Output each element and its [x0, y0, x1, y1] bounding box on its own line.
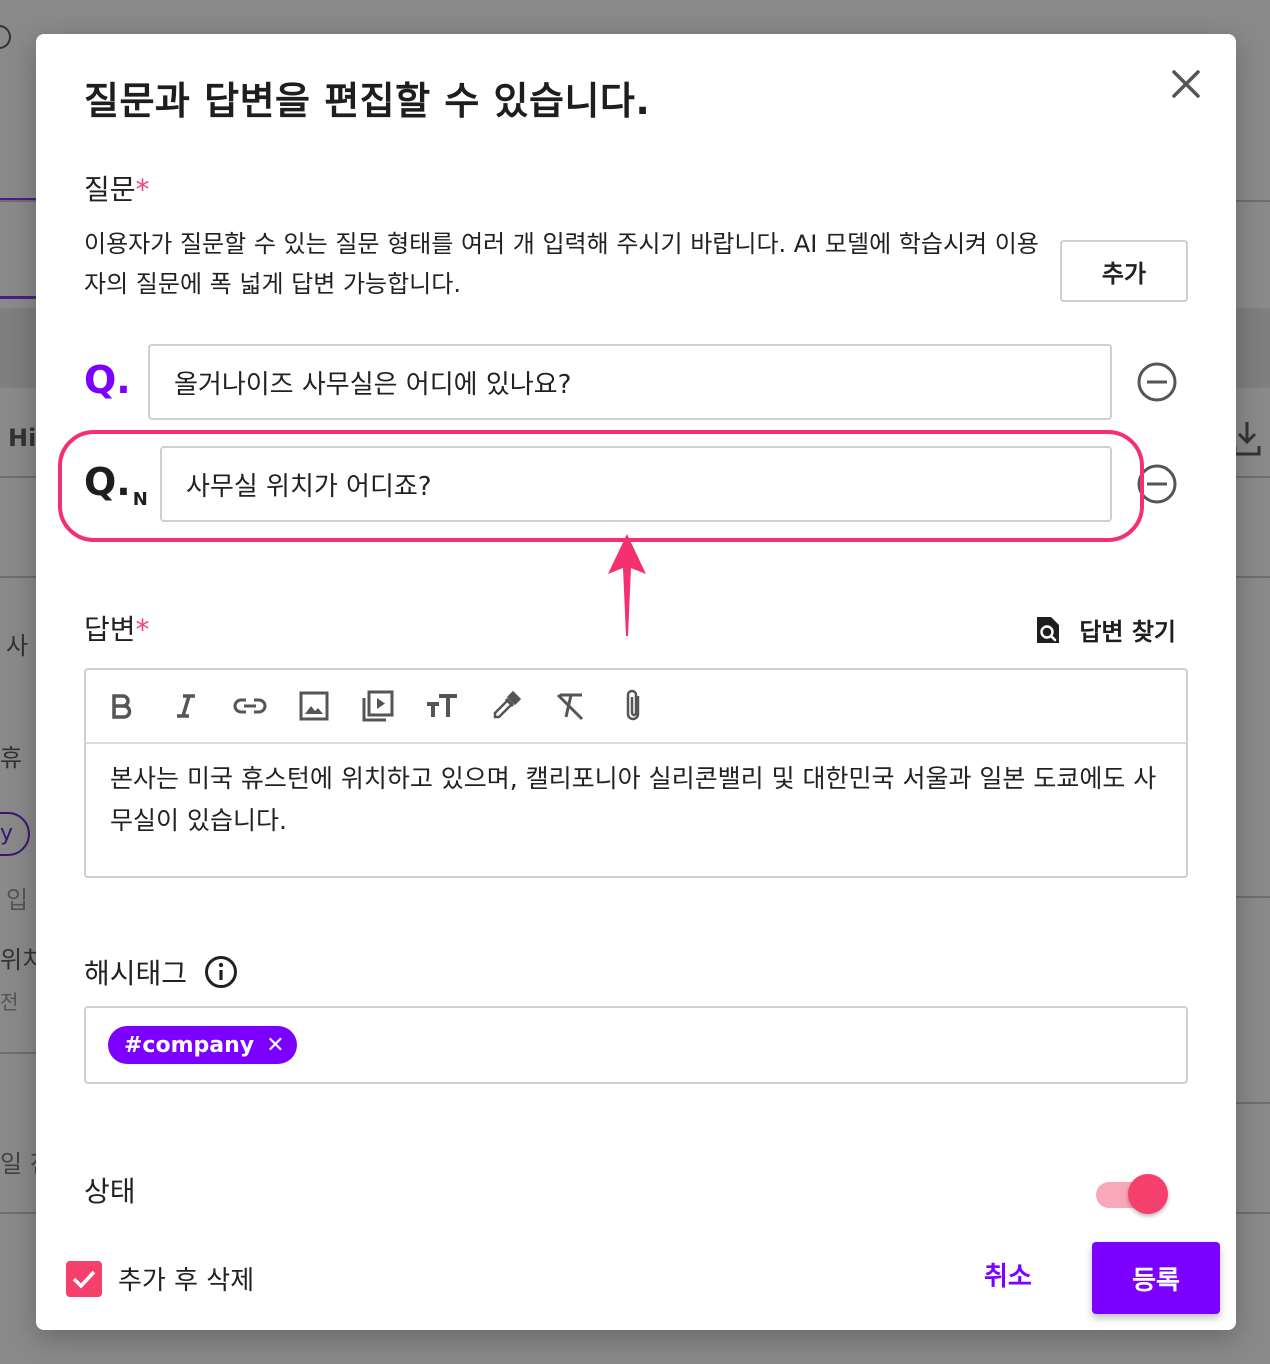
background-text: 전 [0, 990, 19, 1014]
edit-qa-dialog: 질문과 답변을 편집할 수 있습니다. 질문* 이용자가 질문할 수 있는 질문… [36, 34, 1236, 1330]
status-toggle[interactable] [1094, 1174, 1170, 1214]
background-divider [0, 1052, 40, 1054]
status-section-label: 상태 [84, 1175, 136, 1208]
video-icon[interactable] [360, 688, 396, 724]
dialog-title: 질문과 답변을 편집할 수 있습니다. [84, 79, 651, 123]
background-text: 사 [6, 632, 29, 660]
hashtag-input[interactable]: #company ✕ [84, 1006, 1188, 1084]
question-input[interactable]: 사무실 위치가 어디죠? [160, 446, 1112, 522]
checkbox-label: 추가 후 삭제 [118, 1266, 255, 1296]
italic-icon[interactable] [168, 688, 204, 724]
background-divider [0, 476, 40, 478]
file-search-icon [1037, 616, 1060, 643]
background-divider [1236, 1102, 1270, 1104]
arrow-up-icon [608, 534, 646, 636]
close-icon[interactable] [1166, 64, 1206, 104]
question-prefix: Q. [84, 358, 131, 402]
answer-body[interactable]: 본사는 미국 휴스턴에 위치하고 있으며, 캘리포니아 실리콘밸리 및 대한민국… [86, 744, 1186, 856]
background-divider [1236, 476, 1270, 478]
info-icon[interactable] [204, 955, 238, 989]
color-picker-icon[interactable] [488, 688, 524, 724]
remove-tag-icon[interactable]: ✕ [266, 1033, 284, 1058]
toggle-knob [1128, 1174, 1168, 1214]
find-answer-label: 답변 찾기 [1079, 618, 1176, 646]
answer-editor: 본사는 미국 휴스턴에 위치하고 있으며, 캘리포니아 실리콘밸리 및 대한민국… [84, 668, 1188, 878]
hashtag-chip-label: #company [124, 1032, 255, 1058]
bold-icon[interactable] [104, 688, 140, 724]
cancel-button[interactable]: 취소 [984, 1256, 1032, 1293]
question-suffix: N [132, 489, 148, 510]
image-icon[interactable] [296, 688, 332, 724]
question-section-label: 질문* [84, 173, 150, 206]
background-divider [1236, 896, 1270, 898]
background-text: Hi [8, 424, 37, 452]
background-tab-indicator-2 [0, 296, 40, 299]
find-answer-button[interactable]: 답변 찾기 [1035, 612, 1176, 647]
add-question-button[interactable]: 추가 [1060, 240, 1188, 302]
background-divider [0, 576, 40, 578]
background-divider [0, 1212, 40, 1214]
hashtag-chip: #company ✕ [108, 1026, 297, 1064]
question-input[interactable]: 올거나이즈 사무실은 어디에 있나요? [148, 344, 1112, 420]
question-row: Q. N 사무실 위치가 어디죠? [84, 446, 1188, 522]
background-divider [1236, 576, 1270, 578]
delete-after-add-checkbox[interactable] [66, 1260, 102, 1297]
answer-section-label: 답변* [84, 613, 150, 646]
delete-after-add-row: 추가 후 삭제 [66, 1260, 254, 1297]
attachment-icon[interactable] [616, 688, 652, 724]
background-text: 휴 [0, 744, 23, 772]
background-divider [1236, 200, 1270, 202]
text-size-icon[interactable] [424, 688, 460, 724]
editor-toolbar [86, 670, 1186, 744]
background-text: 입 [6, 886, 29, 914]
background-panel [0, 308, 40, 388]
download-icon [1233, 422, 1261, 456]
link-icon[interactable] [232, 688, 268, 724]
clear-format-icon[interactable] [552, 688, 588, 724]
question-row: Q. 올거나이즈 사무실은 어디에 있나요? [84, 344, 1188, 420]
check-icon [72, 1270, 96, 1289]
hashtag-section-label: 해시태그 [84, 952, 238, 992]
circle-icon [0, 25, 11, 49]
background-divider [0, 200, 40, 202]
submit-button[interactable]: 등록 [1092, 1242, 1220, 1314]
background-divider [1236, 1212, 1270, 1214]
remove-question-icon[interactable] [1136, 463, 1178, 505]
required-mark: * [135, 173, 150, 206]
background-panel [1236, 308, 1270, 388]
background-chip: y [0, 812, 30, 856]
question-prefix: Q. N [84, 460, 148, 510]
remove-question-icon[interactable] [1136, 361, 1178, 403]
question-description: 이용자가 질문할 수 있는 질문 형태를 여러 개 입력해 주시기 바랍니다. … [84, 230, 1039, 298]
required-mark: * [135, 613, 150, 646]
